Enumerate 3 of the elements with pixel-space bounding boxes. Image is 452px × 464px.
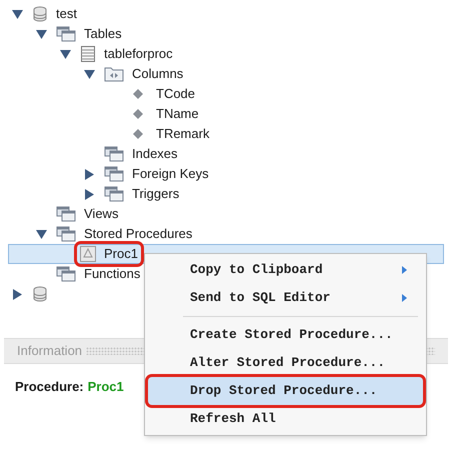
procedure-label: Procedure: <box>15 378 84 396</box>
procedure-name: Proc1 <box>88 378 124 396</box>
panel-title: Information <box>17 342 82 360</box>
